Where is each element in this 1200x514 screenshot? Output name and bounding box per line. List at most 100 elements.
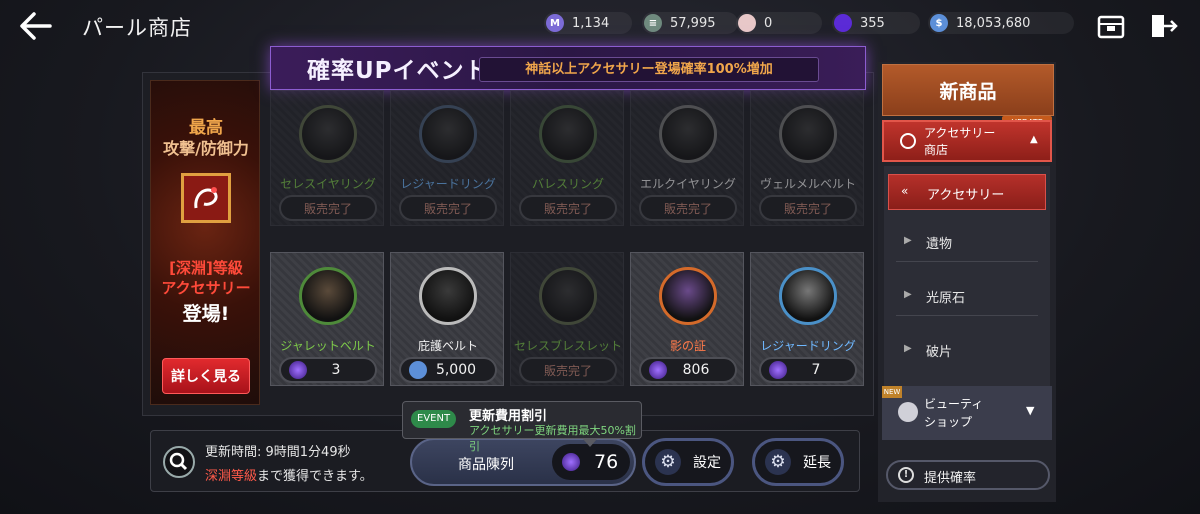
price-value: 3 xyxy=(331,362,341,378)
tooltip-subtitle: アクセサリー更新費用最大50%割引 xyxy=(469,424,636,453)
bracelet-icon xyxy=(539,267,597,325)
item-card[interactable]: エルクイヤリング 販売完了 xyxy=(630,90,744,226)
ring-icon xyxy=(539,105,597,163)
pearl-icon xyxy=(738,14,756,32)
price-value: 5,000 xyxy=(435,362,477,378)
extend-button[interactable]: ⚙ 延長 xyxy=(752,438,844,486)
hint-text: まで獲得できます。 xyxy=(257,469,373,484)
new-items-tab[interactable]: 新商品 xyxy=(882,64,1054,116)
inventory-box-icon[interactable] xyxy=(1096,12,1126,40)
sold-out-badge: 販売完了 xyxy=(399,195,497,221)
chevron-right-icon: ▶ xyxy=(904,343,912,354)
settings-button[interactable]: ⚙ 設定 xyxy=(642,438,734,486)
item-card[interactable]: セレスブレスレット 販売完了 xyxy=(510,252,624,386)
event-title: 確率UPイベント xyxy=(307,58,489,84)
subcategory-shard[interactable]: ▶ 破片 xyxy=(896,330,1038,370)
item-name: 庇護ベルト xyxy=(417,339,478,353)
item-card[interactable]: バレスリング 販売完了 xyxy=(510,90,624,226)
currency-purple-gem[interactable]: 355 xyxy=(832,12,920,34)
back-arrow-icon[interactable] xyxy=(16,8,56,44)
price-pill[interactable]: 7 xyxy=(759,357,857,383)
earring-icon xyxy=(299,105,357,163)
beauty-line1: ビューティ xyxy=(924,397,984,411)
settings-label: 設定 xyxy=(693,455,721,471)
item-card[interactable]: セレスイヤリング 販売完了 xyxy=(270,90,384,226)
probability-up-event-banner[interactable]: 確率UPイベント 神話以上アクセサリー登場確率100%増加 xyxy=(270,46,866,90)
obtain-hint: 深淵等級まで獲得できます。 xyxy=(205,465,373,484)
promo-line5: 登場! xyxy=(182,303,230,325)
sold-out-badge: 販売完了 xyxy=(759,195,857,221)
sold-out-badge: 販売完了 xyxy=(279,195,377,221)
lineup-label: 商品陳列 xyxy=(458,457,514,473)
subcategory-label: 破片 xyxy=(926,345,953,360)
drop-probability-button[interactable]: ! 提供確率 xyxy=(886,460,1050,490)
accessory-shop-line2: 商店 xyxy=(924,143,949,157)
promo-line2: 攻撃/防御力 xyxy=(163,139,249,158)
silver-coin-icon: $ xyxy=(930,14,948,32)
item-name: 影の証 xyxy=(669,339,706,353)
item-name: セレスイヤリング xyxy=(280,177,376,191)
search-icon[interactable] xyxy=(163,446,195,478)
price-pill[interactable]: 5,000 xyxy=(399,357,497,383)
subcategory-ore[interactable]: ▶ 光原石 xyxy=(896,276,1038,316)
beauty-shop-category[interactable]: NEW ビューティショップ ▼ xyxy=(882,386,1052,440)
subcategory-relic[interactable]: ▶ 遺物 xyxy=(896,222,1038,262)
currency-moonstone[interactable]: M 1,134 xyxy=(544,12,632,34)
sold-out-badge: 販売完了 xyxy=(639,195,737,221)
exit-icon[interactable] xyxy=(1148,12,1178,40)
currency-pearl[interactable]: 0 xyxy=(736,12,822,34)
purple-gem-icon xyxy=(834,14,852,32)
item-name: ジャレットベルト xyxy=(280,339,376,353)
item-name: バレスリング xyxy=(531,177,604,191)
currency-silver[interactable]: $ 18,053,680 xyxy=(928,12,1074,34)
item-card[interactable]: レジャードリング 販売完了 xyxy=(390,90,504,226)
gear-icon: ⚙ xyxy=(765,449,791,475)
purple-gem-icon xyxy=(769,361,787,379)
price-value: 806 xyxy=(682,362,710,378)
silver-coin-stack-icon: ≡ xyxy=(644,14,662,32)
item-name: エルクイヤリング xyxy=(640,177,736,191)
currency-value: 18,053,680 xyxy=(956,15,1031,31)
chevron-down-icon: ▼ xyxy=(1026,404,1035,417)
promo-line4: アクセサリー xyxy=(161,279,251,297)
earring-icon xyxy=(659,105,717,163)
event-subtitle: 神話以上アクセサリー登場確率100%増加 xyxy=(525,62,773,77)
moonstone-icon: M xyxy=(546,14,564,32)
item-card[interactable]: 庇護ベルト 5,000 xyxy=(390,252,504,386)
chevron-right-icon: ▶ xyxy=(904,289,912,300)
details-button[interactable]: 詳しく見る xyxy=(162,358,250,394)
accessory-emblem-icon xyxy=(181,173,231,223)
new-tag: NEW xyxy=(882,386,902,398)
accessory-subcategories: « アクセサリー ▶ 遺物 ▶ 光原石 ▶ 破片 xyxy=(884,166,1050,388)
purple-gem-icon xyxy=(649,361,667,379)
item-name: レジャードリング xyxy=(400,177,496,191)
shop-category-sidebar: 新商品 UPDATE アクセサリー商店 ▲ « アクセサリー ▶ 遺物 ▶ 光原… xyxy=(878,62,1056,502)
sold-out-badge: 販売完了 xyxy=(519,357,617,383)
item-name: セレスブレスレット xyxy=(513,339,622,353)
subcategory-label: 遺物 xyxy=(926,237,953,252)
silver-coin-icon xyxy=(409,361,427,379)
price-value: 7 xyxy=(811,362,821,378)
item-card[interactable]: 影の証 806 xyxy=(630,252,744,386)
currency-silver-stack[interactable]: ≡ 57,995 xyxy=(642,12,738,34)
face-icon xyxy=(898,402,918,422)
item-card[interactable]: ジャレットベルト 3 xyxy=(270,252,384,386)
page-title: パール商店 xyxy=(82,16,192,40)
gear-icon: ⚙ xyxy=(655,449,681,475)
ring-icon xyxy=(419,105,477,163)
promo-banner: 最高 攻撃/防御力 [深淵]等級 アクセサリー 登場! 詳しく見る xyxy=(150,80,260,405)
currency-value: 355 xyxy=(860,15,885,31)
beauty-shop-label: ビューティ ショップ xyxy=(924,395,983,431)
price-pill[interactable]: 3 xyxy=(279,357,377,383)
subcategory-label: 光原石 xyxy=(926,291,966,306)
chevron-right-icon: ▶ xyxy=(904,235,912,246)
item-card[interactable]: ヴェルメルベルト 販売完了 xyxy=(750,90,864,226)
accessory-shop-category[interactable]: アクセサリー 商店 ▲ xyxy=(882,120,1052,162)
discount-tooltip: EVENT 更新費用割引 アクセサリー更新費用最大50%割引 xyxy=(402,401,642,453)
item-card[interactable]: レジャードリング 7 xyxy=(750,252,864,386)
hint-grade: 深淵等級 xyxy=(205,469,258,484)
currency-value: 1,134 xyxy=(572,15,610,31)
price-pill[interactable]: 806 xyxy=(639,357,737,383)
beauty-line2: ショップ xyxy=(924,415,973,429)
subcategory-accessory[interactable]: « アクセサリー xyxy=(888,174,1046,210)
